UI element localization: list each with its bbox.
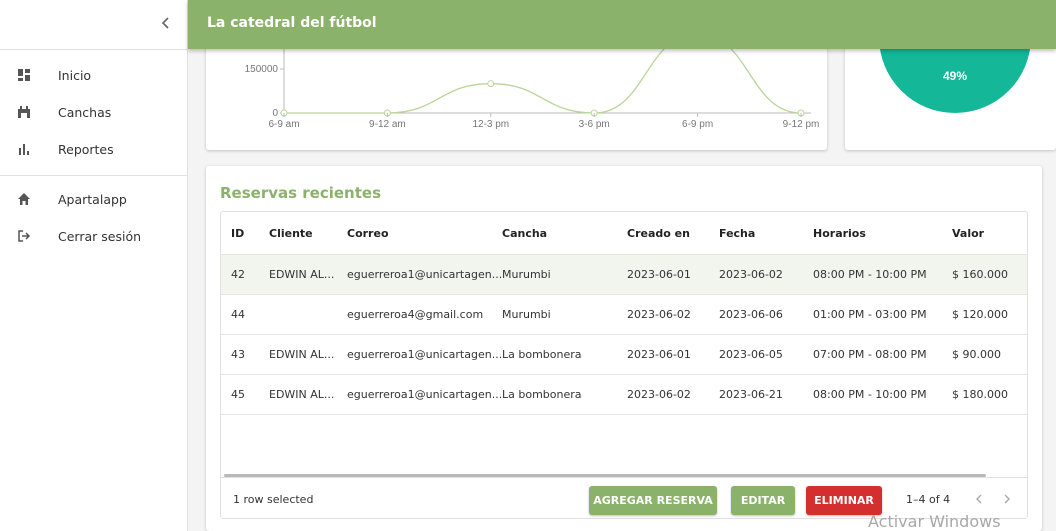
x-tick-label: 12-3 pm xyxy=(472,119,509,130)
x-tick-label: 9-12 pm xyxy=(783,119,820,130)
table-cell: La bombonera xyxy=(502,348,582,361)
column-header[interactable]: ID xyxy=(231,212,244,254)
add-booking-button[interactable]: AGREGAR RESERVA xyxy=(589,486,717,515)
logout-icon xyxy=(18,230,31,242)
y-tick-label: 150000 xyxy=(245,64,279,75)
table-cell: 2023-06-05 xyxy=(719,348,783,361)
table-cell: Murumbi xyxy=(502,268,551,281)
column-header[interactable]: Valor xyxy=(952,212,984,254)
table-cell: 45 xyxy=(231,388,245,401)
previous-page-icon[interactable] xyxy=(973,492,985,506)
table-cell: $ 160.000 xyxy=(952,268,1008,281)
table-cell: 2023-06-02 xyxy=(719,268,783,281)
field-icon xyxy=(18,106,30,118)
table-row[interactable]: 44 eguerreroa4@gmail.com Murumbi 2023-06-02… xyxy=(221,295,1027,335)
sidebar-item-label: Reportes xyxy=(58,141,114,157)
table-cell: $ 120.000 xyxy=(952,308,1008,321)
table-cell: eguerreroa1@unicartagen... xyxy=(347,348,503,361)
delete-button[interactable]: ELIMINAR xyxy=(806,486,882,515)
chevron-left-icon[interactable] xyxy=(160,15,172,31)
data-point[interactable] xyxy=(487,80,495,88)
bar-chart-icon xyxy=(19,144,29,155)
table-cell: eguerreroa1@unicartagen... xyxy=(347,388,503,401)
table-row[interactable]: 43 EDWIN AL... eguerreroa1@unicartagen... L… xyxy=(221,335,1027,375)
x-tick-label: 6-9 pm xyxy=(682,119,713,130)
edit-button[interactable]: EDITAR xyxy=(731,486,795,515)
table-cell: 2023-06-02 xyxy=(627,388,691,401)
table-header-row: ID Cliente Correo Cancha Creado en Fecha Horar… xyxy=(221,212,1027,255)
sidebar-item-reportes[interactable]: Reportes xyxy=(0,132,187,166)
table-cell: 01:00 PM - 03:00 PM xyxy=(813,308,927,321)
table-cell: EDWIN AL... xyxy=(269,268,335,281)
sidebar-item-canchas[interactable]: Canchas xyxy=(0,95,187,129)
sidebar-item-inicio[interactable]: Inicio xyxy=(0,58,187,92)
sidebar-item-label: Canchas xyxy=(58,104,112,120)
sidebar-divider xyxy=(0,175,187,176)
column-header[interactable]: Horarios xyxy=(813,212,866,254)
table-row[interactable]: 45 EDWIN AL... eguerreroa1@unicartagen... L… xyxy=(221,375,1027,415)
sidebar: Inicio Canchas Reportes Apartalapp Cerra… xyxy=(0,0,188,531)
table-cell: 2023-06-01 xyxy=(627,268,691,281)
column-header[interactable]: Creado en xyxy=(627,212,690,254)
home-icon xyxy=(18,193,30,205)
table-cell: 2023-06-06 xyxy=(719,308,783,321)
app-bar: La catedral del fútbol xyxy=(188,0,1056,49)
x-tick-label: 9-12 am xyxy=(369,119,406,130)
pagination-info: 1–4 of 4 xyxy=(906,493,951,506)
x-tick-label: 3-6 pm xyxy=(579,119,610,130)
table-cell: EDWIN AL... xyxy=(269,388,335,401)
table-cell: 08:00 PM - 10:00 PM xyxy=(813,268,927,281)
table-cell: 2023-06-02 xyxy=(627,308,691,321)
table-cell: 43 xyxy=(231,348,245,361)
table-cell: 44 xyxy=(231,308,245,321)
table-cell: La bombonera xyxy=(502,388,582,401)
y-tick-label: 0 xyxy=(272,108,278,119)
table-cell: 08:00 PM - 10:00 PM xyxy=(813,388,927,401)
sidebar-item-apartalapp[interactable]: Apartalapp xyxy=(0,182,187,216)
table-cell: EDWIN AL... xyxy=(269,348,335,361)
app-title: La catedral del fútbol xyxy=(207,15,377,31)
column-header[interactable]: Fecha xyxy=(719,212,755,254)
sidebar-item-cerrar-sesion[interactable]: Cerrar sesión xyxy=(0,219,187,253)
table-cell: eguerreroa1@unicartagen... xyxy=(347,268,503,281)
x-tick-label: 6-9 am xyxy=(268,119,299,130)
table-cell: 2023-06-01 xyxy=(627,348,691,361)
column-header[interactable]: Cancha xyxy=(502,212,547,254)
section-title: Reservas recientes xyxy=(220,184,382,202)
dashboard-icon xyxy=(18,69,30,81)
sidebar-divider xyxy=(0,49,187,50)
windows-activation-watermark: Activar Windows xyxy=(868,512,1001,531)
table-cell: 07:00 PM - 08:00 PM xyxy=(813,348,927,361)
pie-slice-label: 49% xyxy=(943,69,967,83)
table-cell: eguerreroa4@gmail.com xyxy=(347,308,484,321)
table-row[interactable]: 42 EDWIN AL... eguerreroa1@unicartagen... M… xyxy=(221,255,1027,295)
next-page-icon[interactable] xyxy=(1001,492,1013,506)
column-header[interactable]: Cliente xyxy=(269,212,313,254)
table-cell: Murumbi xyxy=(502,308,551,321)
table-cell: 42 xyxy=(231,268,245,281)
recent-bookings-card: Reservas recientes ID Cliente Correo Cancha… xyxy=(206,166,1042,531)
sidebar-item-label: Cerrar sesión xyxy=(58,228,142,244)
sidebar-item-label: Inicio xyxy=(58,67,92,83)
table-cell: $ 90.000 xyxy=(952,348,1001,361)
bookings-grid: ID Cliente Correo Cancha Creado en Fecha Horar… xyxy=(220,211,1028,519)
table-cell: $ 180.000 xyxy=(952,388,1008,401)
sidebar-item-label: Apartalapp xyxy=(58,191,127,207)
column-header[interactable]: Correo xyxy=(347,212,389,254)
selection-count: 1 row selected xyxy=(233,493,314,506)
table-cell: 2023-06-21 xyxy=(719,388,783,401)
